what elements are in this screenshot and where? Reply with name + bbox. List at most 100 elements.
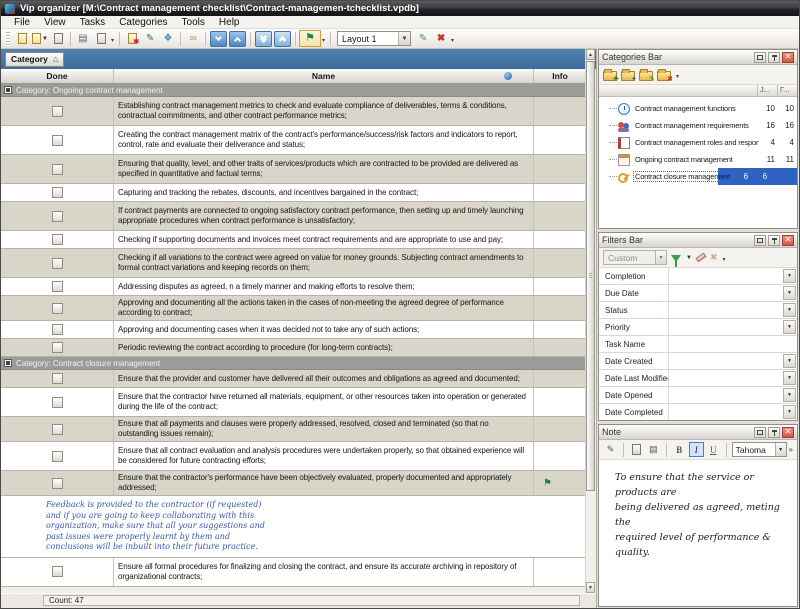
group-header-row[interactable]: Category: Contract closure management (1, 357, 586, 370)
menu-tools[interactable]: Tools (175, 17, 212, 28)
table-row[interactable]: Checking if supporting documents and inv… (1, 231, 586, 249)
open-database-button[interactable]: ▼ (31, 30, 49, 47)
filter-value[interactable] (669, 336, 797, 352)
done-checkbox[interactable] (52, 164, 63, 175)
category-item[interactable]: Contract management requirements 16 16 (599, 117, 797, 134)
delete-category-button[interactable]: ✖ (657, 71, 671, 81)
note-flag-icon[interactable]: ⚑ (543, 478, 552, 489)
close-panel-button[interactable]: ✕ (782, 235, 794, 246)
table-row[interactable]: Approving and documenting cases when it … (1, 321, 586, 339)
table-row[interactable]: Ensure that the provider and customer ha… (1, 370, 586, 388)
done-checkbox[interactable] (52, 281, 63, 292)
table-row[interactable]: Checking if all variations to the contra… (1, 249, 586, 278)
group-header-row[interactable]: Category: Ongoing contract management (1, 84, 586, 97)
done-checkbox[interactable] (52, 106, 63, 117)
pin-panel-button[interactable] (768, 427, 780, 438)
table-row[interactable]: Ensuring that quality, level, and other … (1, 155, 586, 184)
grid-vertical-scrollbar[interactable]: ▲ ▼ (585, 49, 595, 593)
done-checkbox[interactable] (52, 135, 63, 146)
restore-panel-button[interactable] (754, 427, 766, 438)
move-up-button[interactable] (229, 31, 246, 47)
chevron-down-icon[interactable]: ▼ (398, 32, 410, 45)
delete-task-button[interactable]: ❖ (159, 30, 177, 47)
category-item[interactable]: Contract management functions 10 10 (599, 100, 797, 117)
column-header-done[interactable]: Done (1, 69, 114, 83)
table-row[interactable]: Capturing and tracking the rebates, disc… (1, 184, 586, 202)
filter-value[interactable] (669, 268, 782, 284)
clear-filter-icon[interactable] (695, 253, 706, 263)
table-row[interactable]: If contract payments are connected to on… (1, 202, 586, 231)
filter-dropdown-button[interactable]: ▼ (783, 269, 796, 283)
underline-button[interactable]: U (706, 442, 721, 457)
done-checkbox[interactable] (52, 324, 63, 335)
scroll-down-arrow[interactable]: ▼ (586, 582, 595, 593)
table-row[interactable]: Ensure that the contractor have returned… (1, 388, 586, 417)
collapse-all-button[interactable] (274, 31, 291, 47)
menu-tasks[interactable]: Tasks (73, 17, 113, 28)
filter-value[interactable] (669, 302, 782, 318)
toolbar-overflow-chevron-icon[interactable]: » (789, 445, 791, 454)
filter-dropdown-button[interactable]: ▼ (783, 320, 796, 334)
print-note-button[interactable]: ▤ (646, 442, 661, 457)
overflow-chevron-icon[interactable]: ▾ (676, 73, 679, 80)
column-header-name[interactable]: Name (114, 69, 534, 83)
scroll-thumb[interactable] (586, 61, 595, 491)
table-row[interactable]: Ensure that the contractor's performance… (1, 471, 586, 496)
collapse-icon[interactable] (4, 86, 12, 94)
done-checkbox[interactable] (52, 478, 63, 489)
edit-category-button[interactable]: ✎ (639, 71, 653, 81)
table-row[interactable]: Ensure that all payments and clauses wer… (1, 417, 586, 442)
filter-value[interactable] (669, 285, 782, 301)
done-checkbox[interactable] (52, 397, 63, 408)
restore-panel-button[interactable] (754, 235, 766, 246)
layout-combo[interactable]: Layout 1 ▼ (337, 31, 411, 46)
print-preview-button[interactable] (92, 30, 110, 47)
table-row[interactable]: Addressing disputes as agreed, n a timel… (1, 278, 586, 296)
filter-dropdown-button[interactable]: ▼ (783, 388, 796, 402)
count-column-header[interactable]: Г... (777, 85, 797, 96)
pin-panel-button[interactable] (768, 52, 780, 63)
table-row[interactable]: Ensure that all contract evaluation and … (1, 442, 586, 471)
menu-categories[interactable]: Categories (112, 17, 174, 28)
chevron-down-icon[interactable]: ▼ (775, 443, 786, 456)
edit-task-button[interactable]: ✎ (141, 30, 159, 47)
overflow-chevron-icon[interactable]: ▾ (322, 37, 325, 44)
done-checkbox[interactable] (52, 451, 63, 462)
filter-dropdown-button[interactable]: ▼ (783, 354, 796, 368)
close-panel-button[interactable]: ✕ (782, 52, 794, 63)
expand-all-button[interactable] (255, 31, 272, 47)
add-task-button[interactable]: ✱ (123, 30, 141, 47)
pin-panel-button[interactable] (768, 235, 780, 246)
category-item[interactable]: Contract management roles and responsibi… (599, 134, 797, 151)
close-panel-button[interactable]: ✕ (782, 427, 794, 438)
menu-file[interactable]: File (7, 17, 37, 28)
done-checkbox[interactable] (52, 303, 63, 314)
restore-panel-button[interactable] (754, 52, 766, 63)
chevron-down-icon[interactable]: ▼ (655, 251, 666, 264)
new-database-button[interactable] (13, 30, 31, 47)
print-button[interactable]: ▤ (74, 30, 92, 47)
filter-dropdown-button[interactable]: ▼ (783, 371, 796, 385)
delete-filter-icon[interactable]: ✖ (710, 252, 718, 263)
save-note-button[interactable]: ✎ (603, 442, 618, 457)
note-content-area[interactable]: To ensure that the service or products a… (599, 460, 797, 606)
move-down-button[interactable] (210, 31, 227, 47)
add-subcategory-button[interactable]: ✦ (621, 71, 635, 81)
delete-layout-button[interactable]: ✖ (432, 30, 450, 47)
filter-preset-combo[interactable]: Custom ▼ (603, 250, 667, 265)
font-combo[interactable]: Tahoma ▼ (732, 442, 787, 457)
group-by-category-button[interactable]: Category △ (5, 52, 64, 67)
done-checkbox[interactable] (52, 234, 63, 245)
done-checkbox[interactable] (52, 258, 63, 269)
category-item[interactable]: Ongoing contract management 11 11 (599, 151, 797, 168)
view-button[interactable]: ∞ (184, 30, 202, 47)
done-checkbox[interactable] (52, 211, 63, 222)
done-checkbox[interactable] (52, 373, 63, 384)
apply-filter-icon[interactable] (671, 255, 681, 262)
table-row[interactable]: Approving and documenting all the action… (1, 296, 586, 321)
chevron-down-icon[interactable]: ▼ (686, 255, 692, 261)
filter-value[interactable] (669, 404, 782, 420)
done-checkbox[interactable] (52, 342, 63, 353)
table-row[interactable]: Periodic reviewing the contract accordin… (1, 339, 586, 357)
filter-dropdown-button[interactable]: ▼ (783, 303, 796, 317)
